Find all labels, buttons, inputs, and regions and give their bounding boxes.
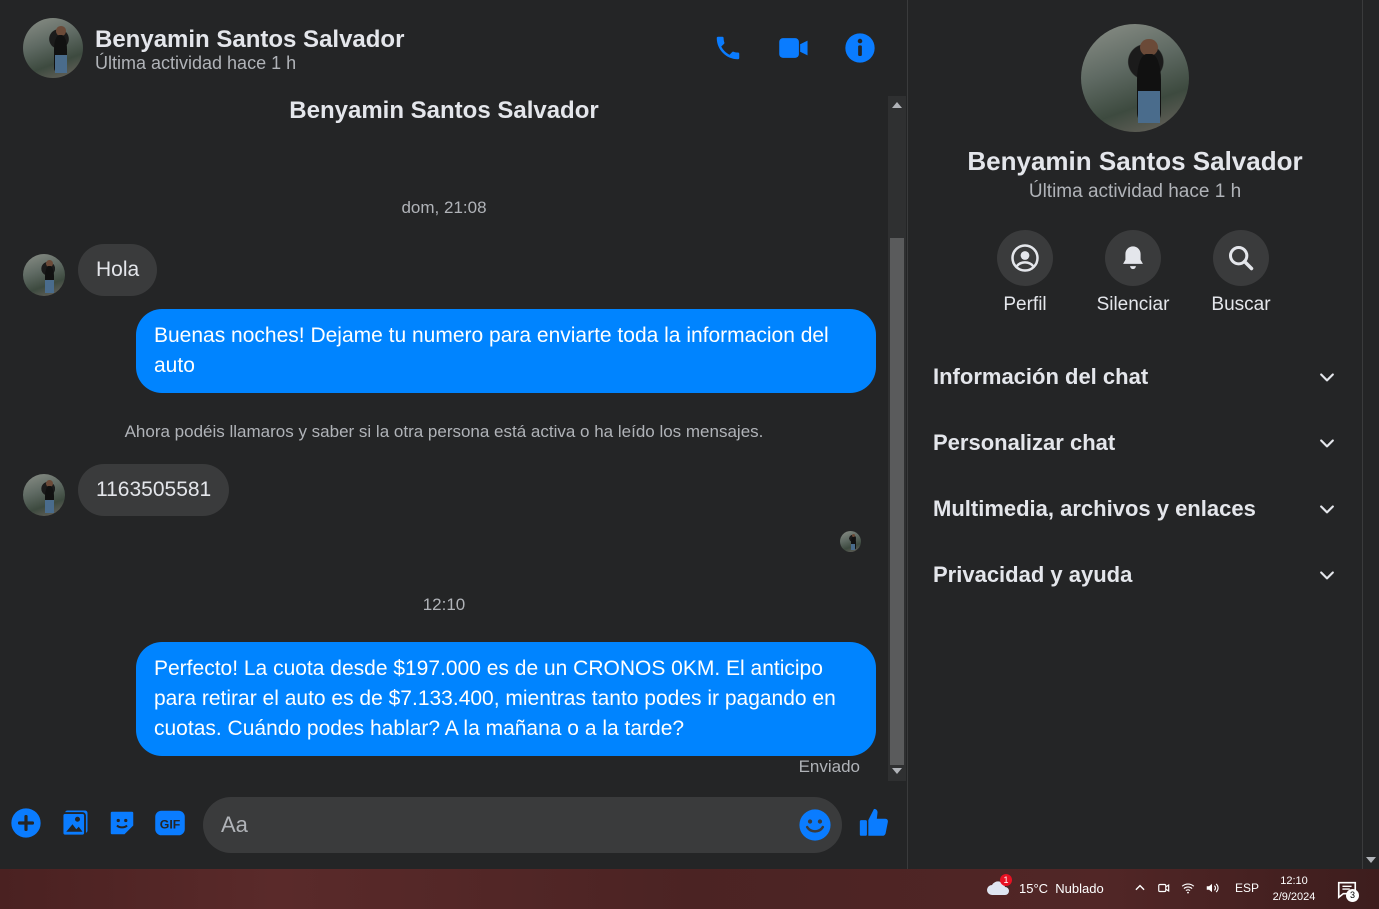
phone-icon[interactable]	[710, 30, 746, 66]
system-tray: ESP	[1133, 881, 1259, 895]
contact-status: Última actividad hace 1 h	[95, 53, 297, 73]
panel-contact-status: Última actividad hace 1 h	[1028, 181, 1242, 202]
section-chat-info[interactable]: Información del chat	[933, 353, 1337, 401]
profile-action-label: Perfil	[1003, 294, 1047, 315]
clock-time: 12:10	[1280, 875, 1308, 887]
meet-now-icon[interactable]	[1157, 881, 1171, 895]
video-camera-icon[interactable]	[776, 30, 812, 66]
search-action-label: Buscar	[1211, 294, 1271, 315]
section-title: Multimedia, archivos y enlaces	[933, 496, 1256, 521]
delivery-status: Enviado	[798, 757, 860, 776]
profile-action-button[interactable]: Perfil	[980, 230, 1070, 316]
weather-widget[interactable]: 1 15°C Nublado	[985, 874, 1104, 899]
section-media-files-links[interactable]: Multimedia, archivos y enlaces	[933, 485, 1337, 533]
message-list: Benyamin Santos Salvador dom, 21:08 Hola…	[0, 96, 888, 781]
contact-avatar[interactable]	[23, 18, 83, 78]
like-icon[interactable]	[857, 806, 891, 840]
message-input[interactable]	[221, 797, 791, 853]
chevron-down-icon	[1320, 373, 1334, 382]
emoji-icon[interactable]	[798, 808, 832, 842]
panel-contact-avatar[interactable]	[1081, 24, 1189, 132]
scroll-down-arrow-icon[interactable]	[1366, 857, 1376, 863]
scroll-up-arrow-icon[interactable]	[892, 102, 902, 108]
section-customize-chat[interactable]: Personalizar chat	[933, 419, 1337, 467]
timestamp: dom, 21:08	[401, 198, 487, 217]
search-action-button[interactable]: Buscar	[1196, 230, 1286, 316]
chevron-down-icon	[1320, 505, 1334, 514]
gif-icon[interactable]: GIF	[153, 806, 187, 840]
panel-scrollbar[interactable]	[1362, 0, 1379, 869]
scrollbar-thumb[interactable]	[890, 238, 904, 765]
wifi-icon[interactable]	[1181, 881, 1195, 895]
plus-icon[interactable]	[9, 806, 43, 840]
windows-taskbar: 1 15°C Nublado ESP 12:10 2/9/2024 3	[0, 869, 1379, 909]
weather-text: 15°C Nublado	[1019, 880, 1104, 896]
outgoing-message[interactable]: Perfecto! La cuota desde $197.000 es de …	[136, 642, 876, 756]
notification-center-icon[interactable]: 3	[1336, 879, 1359, 902]
profile-icon	[997, 230, 1053, 286]
composer: GIF	[0, 781, 908, 869]
timestamp: 12:10	[422, 595, 466, 614]
incoming-message[interactable]: 1163505581	[78, 464, 230, 516]
sticker-icon[interactable]	[105, 806, 139, 840]
taskbar-clock[interactable]: 12:10 2/9/2024	[1262, 873, 1326, 905]
section-privacy-help[interactable]: Privacidad y ayuda	[933, 551, 1337, 599]
system-note: Ahora podéis llamaros y saber si la otra…	[124, 422, 764, 441]
chat-header: Benyamin Santos Salvador Última activida…	[0, 0, 908, 96]
seen-indicator-avatar	[840, 531, 861, 552]
scroll-down-arrow-icon[interactable]	[892, 768, 902, 774]
outgoing-message[interactable]: Buenas noches! Dejame tu numero para env…	[136, 309, 876, 393]
language-indicator[interactable]: ESP	[1235, 881, 1259, 895]
mute-action-label: Silenciar	[1096, 294, 1170, 315]
photo-icon[interactable]	[58, 806, 92, 840]
clock-date: 2/9/2024	[1272, 891, 1316, 903]
chevron-down-icon	[1320, 571, 1334, 580]
message-scrollbar[interactable]	[888, 96, 906, 781]
conversation-title: Benyamin Santos Salvador	[289, 97, 599, 124]
chat-column: Benyamin Santos Salvador Última activida…	[0, 0, 908, 869]
chevron-up-icon[interactable]	[1133, 881, 1147, 895]
section-title: Privacidad y ayuda	[933, 562, 1133, 587]
weather-alert-badge: 1	[1000, 874, 1012, 886]
info-icon[interactable]	[842, 30, 878, 66]
panel-contact-name: Benyamin Santos Salvador	[967, 146, 1303, 176]
sender-avatar[interactable]	[23, 474, 65, 516]
message-input-container[interactable]	[203, 797, 842, 853]
search-icon	[1213, 230, 1269, 286]
mute-action-button[interactable]: Silenciar	[1088, 230, 1178, 316]
notification-count-badge: 3	[1346, 889, 1359, 902]
chevron-down-icon	[1320, 439, 1334, 448]
section-title: Personalizar chat	[933, 430, 1116, 455]
svg-text:GIF: GIF	[160, 818, 181, 832]
cloud-icon: 1	[985, 874, 1012, 899]
section-title: Información del chat	[933, 364, 1149, 389]
volume-icon[interactable]	[1205, 881, 1219, 895]
conversation-info-panel: Benyamin Santos Salvador Última activida…	[909, 0, 1361, 869]
incoming-message[interactable]: Hola	[78, 244, 158, 296]
contact-name[interactable]: Benyamin Santos Salvador	[95, 26, 404, 54]
sender-avatar[interactable]	[23, 254, 65, 296]
bell-icon	[1105, 230, 1161, 286]
messenger-window: Benyamin Santos Salvador Última activida…	[0, 0, 1379, 869]
